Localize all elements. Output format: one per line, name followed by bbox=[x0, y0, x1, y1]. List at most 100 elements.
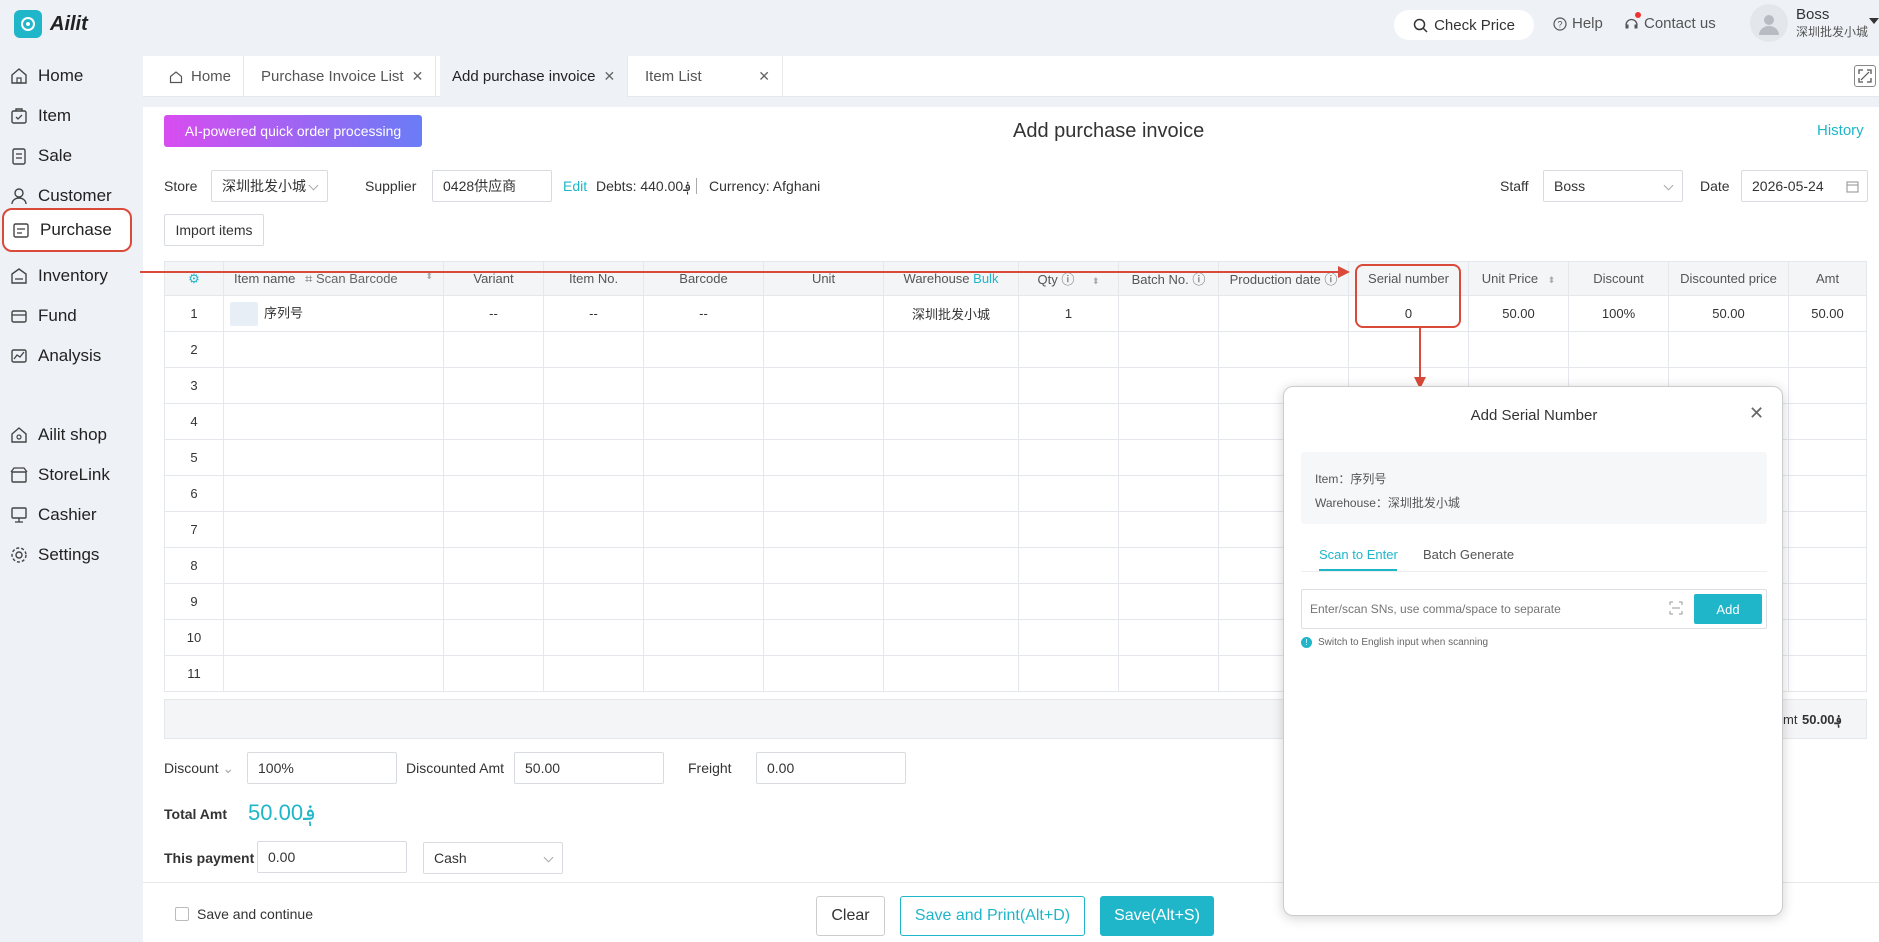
sidebar-item-fund[interactable]: Fund bbox=[0, 294, 143, 338]
empty-cell[interactable] bbox=[643, 367, 764, 404]
empty-cell[interactable] bbox=[1568, 331, 1669, 368]
empty-cell[interactable] bbox=[1018, 439, 1119, 476]
empty-cell[interactable] bbox=[1018, 403, 1119, 440]
sidebar-item-sale[interactable]: Sale bbox=[0, 134, 143, 178]
empty-cell[interactable] bbox=[223, 655, 444, 692]
fullscreen-icon[interactable] bbox=[1854, 65, 1876, 87]
tab-batch-generate[interactable]: Batch Generate bbox=[1423, 547, 1514, 562]
empty-cell[interactable] bbox=[1118, 655, 1219, 692]
empty-cell[interactable] bbox=[1018, 619, 1119, 656]
add-sn-button[interactable]: Add bbox=[1694, 594, 1762, 624]
ai-quick-order-button[interactable]: AI-powered quick order processing bbox=[164, 115, 422, 147]
empty-cell[interactable] bbox=[543, 439, 644, 476]
amt-cell[interactable]: 50.00 bbox=[1788, 295, 1867, 332]
empty-cell[interactable] bbox=[643, 403, 764, 440]
empty-cell[interactable] bbox=[1118, 547, 1219, 584]
staff-select[interactable]: Boss bbox=[1543, 170, 1683, 202]
empty-cell[interactable] bbox=[223, 547, 444, 584]
warehouse-cell[interactable]: 深圳批发小城 bbox=[883, 295, 1019, 332]
discounted-price-cell[interactable]: 50.00 bbox=[1668, 295, 1789, 332]
empty-cell[interactable] bbox=[883, 367, 1019, 404]
empty-cell[interactable] bbox=[543, 331, 644, 368]
empty-cell[interactable] bbox=[223, 475, 444, 512]
empty-cell[interactable] bbox=[1118, 331, 1219, 368]
empty-cell[interactable] bbox=[1118, 583, 1219, 620]
tab-add-purchase-invoice[interactable]: Add purchase invoice ✕ bbox=[440, 56, 629, 97]
empty-cell[interactable] bbox=[223, 619, 444, 656]
help-link[interactable]: ? Help bbox=[1553, 15, 1603, 32]
app-logo[interactable]: Ailit bbox=[14, 10, 88, 38]
empty-cell[interactable] bbox=[763, 583, 884, 620]
empty-cell[interactable] bbox=[223, 439, 444, 476]
empty-cell[interactable] bbox=[1788, 475, 1867, 512]
save-continue-checkbox[interactable]: Save and continue bbox=[175, 906, 313, 922]
discount-input[interactable]: 100% bbox=[247, 752, 397, 784]
table-row[interactable]: 1 序列号 -- -- -- 深圳批发小城 1 0 50.00 100% 50.… bbox=[164, 295, 1867, 332]
empty-cell[interactable] bbox=[443, 583, 544, 620]
empty-cell[interactable] bbox=[643, 619, 764, 656]
empty-cell[interactable] bbox=[543, 547, 644, 584]
save-button[interactable]: Save(Alt+S) bbox=[1100, 896, 1214, 936]
sidebar-item-storelink[interactable]: StoreLink bbox=[0, 453, 143, 497]
unit-price-cell[interactable]: 50.00 bbox=[1468, 295, 1569, 332]
scan-icon[interactable] bbox=[1669, 601, 1683, 615]
empty-cell[interactable] bbox=[1788, 403, 1867, 440]
sn-input[interactable] bbox=[1310, 598, 1670, 620]
supplier-field[interactable]: 0428供应商 bbox=[432, 170, 552, 202]
store-select[interactable]: 深圳批发小城 bbox=[211, 170, 328, 202]
header-item-name[interactable]: Item name ⌗ Scan Barcode ⬍ bbox=[223, 261, 444, 296]
history-link[interactable]: History bbox=[1817, 122, 1864, 139]
empty-cell[interactable] bbox=[443, 331, 544, 368]
empty-cell[interactable] bbox=[643, 655, 764, 692]
tab-scan-to-enter[interactable]: Scan to Enter bbox=[1319, 547, 1398, 562]
sidebar-item-settings[interactable]: Settings bbox=[0, 533, 143, 577]
help-icon[interactable]: ⓘ bbox=[1324, 272, 1337, 287]
empty-cell[interactable] bbox=[1018, 331, 1119, 368]
empty-cell[interactable] bbox=[883, 439, 1019, 476]
empty-cell[interactable] bbox=[543, 583, 644, 620]
caret-down-icon[interactable] bbox=[1869, 18, 1879, 24]
empty-cell[interactable] bbox=[223, 367, 444, 404]
import-items-button[interactable]: Import items bbox=[164, 214, 264, 246]
empty-cell[interactable] bbox=[223, 511, 444, 548]
empty-cell[interactable] bbox=[1218, 331, 1349, 368]
empty-cell[interactable] bbox=[763, 367, 884, 404]
empty-cell[interactable] bbox=[1118, 475, 1219, 512]
empty-cell[interactable] bbox=[223, 583, 444, 620]
help-icon[interactable]: ⓘ bbox=[1061, 272, 1074, 287]
empty-cell[interactable] bbox=[883, 511, 1019, 548]
empty-cell[interactable] bbox=[543, 475, 644, 512]
help-icon[interactable]: ⓘ bbox=[1192, 272, 1205, 287]
empty-cell[interactable] bbox=[1788, 439, 1867, 476]
sidebar-item-analysis[interactable]: Analysis bbox=[0, 334, 143, 378]
sidebar-item-purchase[interactable]: Purchase bbox=[2, 208, 132, 252]
empty-cell[interactable] bbox=[1788, 583, 1867, 620]
empty-cell[interactable] bbox=[1788, 367, 1867, 404]
payment-input[interactable]: 0.00 bbox=[257, 841, 407, 873]
empty-cell[interactable] bbox=[763, 619, 884, 656]
date-picker[interactable]: 2026-05-24 bbox=[1741, 170, 1868, 202]
empty-cell[interactable] bbox=[443, 403, 544, 440]
sort-icon[interactable]: ⬍ bbox=[1092, 276, 1100, 286]
empty-cell[interactable] bbox=[1118, 367, 1219, 404]
freight-input[interactable]: 0.00 bbox=[756, 752, 906, 784]
empty-cell[interactable] bbox=[443, 511, 544, 548]
empty-cell[interactable] bbox=[883, 655, 1019, 692]
empty-cell[interactable] bbox=[643, 439, 764, 476]
empty-cell[interactable] bbox=[763, 547, 884, 584]
tab-home[interactable]: Home bbox=[157, 56, 245, 97]
empty-cell[interactable] bbox=[883, 619, 1019, 656]
empty-cell[interactable] bbox=[1018, 547, 1119, 584]
sidebar-item-home[interactable]: Home bbox=[0, 54, 143, 98]
empty-cell[interactable] bbox=[543, 511, 644, 548]
empty-cell[interactable] bbox=[883, 583, 1019, 620]
empty-cell[interactable] bbox=[643, 547, 764, 584]
qty-cell[interactable]: 1 bbox=[1018, 295, 1119, 332]
empty-cell[interactable] bbox=[223, 403, 444, 440]
empty-cell[interactable] bbox=[1788, 331, 1867, 368]
empty-cell[interactable] bbox=[1018, 475, 1119, 512]
empty-cell[interactable] bbox=[1468, 331, 1569, 368]
clear-button[interactable]: Clear bbox=[816, 896, 885, 936]
sidebar-item-cashier[interactable]: Cashier bbox=[0, 493, 143, 537]
edit-supplier-link[interactable]: Edit bbox=[563, 178, 587, 194]
